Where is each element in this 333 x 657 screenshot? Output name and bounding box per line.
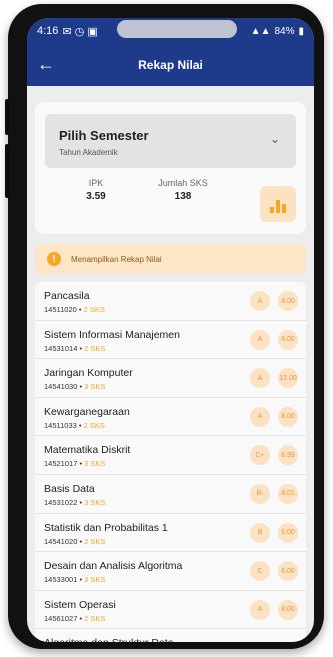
course-meta: 14561027 • 2 SKS bbox=[44, 614, 105, 623]
page-title: Rekap Nilai bbox=[138, 58, 203, 72]
course-meta: 14541030 • 3 SKS bbox=[44, 382, 105, 391]
info-text: Menampilkan Rekap Nilai bbox=[71, 254, 162, 264]
course-row[interactable]: Basis Data 14531022 • 3 SKS B- 8.01 bbox=[35, 475, 306, 514]
course-sks: 3 SKS bbox=[84, 382, 106, 392]
course-row[interactable]: Jaringan Komputer 14541030 • 3 SKS A 12.00 bbox=[35, 359, 306, 398]
score-badge: 8.01 bbox=[278, 483, 298, 504]
course-row[interactable]: Pancasila 14511020 • 2 SKS A 8.00 bbox=[35, 282, 306, 321]
course-code: 14531014 bbox=[44, 343, 78, 353]
app-bar: ← Rekap Nilai bbox=[27, 44, 314, 86]
grade-badge: C bbox=[250, 561, 270, 582]
chart-button[interactable] bbox=[260, 186, 296, 222]
score-badge: 8.00 bbox=[278, 291, 298, 311]
battery-level: 84% bbox=[274, 25, 295, 37]
course-name: Matematika Diskrit bbox=[44, 444, 131, 457]
course-name: Algoritma dan Struktur Data bbox=[44, 637, 174, 642]
course-list: Pancasila 14511020 • 2 SKS A 8.00 Sistem Inf… bbox=[35, 282, 306, 642]
course-code: 14521017 bbox=[44, 459, 78, 469]
course-meta: 14511033 • 2 SKS bbox=[44, 421, 105, 430]
info-banner: ! Menampilkan Rekap Nilai bbox=[35, 244, 306, 274]
score-badge: 8.00 bbox=[278, 599, 298, 620]
battery-icon: ▮ bbox=[298, 25, 304, 37]
course-sks: 2 SKS bbox=[83, 305, 105, 314]
course-sks: 2 SKS bbox=[83, 420, 105, 430]
volume-button bbox=[5, 99, 9, 135]
semester-dropdown[interactable]: Pilih Semester Tahun Akademik ⌄ bbox=[45, 114, 296, 168]
signal-icon: ▲▲ bbox=[250, 25, 271, 37]
chevron-down-icon: ⌄ bbox=[269, 132, 280, 146]
ipk-label: IPK bbox=[88, 178, 104, 188]
course-name: Basis Data bbox=[44, 482, 95, 495]
course-code: 14511020 bbox=[44, 305, 77, 314]
course-name: Sistem Informasi Manajemen bbox=[44, 328, 180, 341]
course-sks: 3 SKS bbox=[84, 575, 106, 585]
course-row[interactable]: Algoritma dan Struktur Data bbox=[35, 629, 306, 642]
info-icon: ! bbox=[47, 252, 61, 266]
course-name: Desain dan Analisis Algoritma bbox=[44, 560, 183, 573]
grade-badge: A bbox=[250, 406, 270, 427]
course-name: Kewarganegaraan bbox=[44, 405, 130, 418]
course-meta: 14541020 • 2 SKS bbox=[44, 537, 105, 546]
course-sks: 2 SKS bbox=[84, 536, 106, 546]
ipk-stat: IPK 3.59 bbox=[71, 178, 121, 202]
course-meta: 14511020 • 2 SKS bbox=[44, 305, 105, 314]
grade-badge: A bbox=[250, 599, 270, 620]
course-code: 14541020 bbox=[44, 536, 78, 546]
notification-icons: ✉ ◷ ▣ bbox=[62, 25, 98, 38]
semester-title: Pilih Semester bbox=[59, 128, 149, 143]
course-sks: 2 SKS bbox=[84, 613, 106, 623]
course-sks: 3 SKS bbox=[84, 497, 106, 507]
grade-badge: B bbox=[250, 522, 270, 543]
course-code: 14531022 bbox=[44, 497, 78, 507]
course-row[interactable]: Statistik dan Probabilitas 1 14541020 • 2… bbox=[35, 514, 306, 553]
course-code: 14511033 bbox=[44, 420, 77, 430]
course-meta: 14531022 • 3 SKS bbox=[44, 498, 105, 507]
sks-label: Jumlah SKS bbox=[158, 178, 208, 188]
course-name: Sistem Operasi bbox=[44, 598, 116, 611]
separator-dot: • bbox=[76, 305, 84, 314]
course-name: Pancasila bbox=[44, 290, 90, 302]
course-meta: 14531014 • 2 SKS bbox=[44, 344, 105, 353]
course-name: Jaringan Komputer bbox=[44, 367, 133, 380]
course-row[interactable]: Kewarganegaraan 14511033 • 2 SKS A 8.00 bbox=[35, 398, 306, 437]
bar-chart-icon bbox=[270, 207, 274, 213]
semester-card: Pilih Semester Tahun Akademik ⌄ IPK 3.59… bbox=[35, 102, 306, 234]
camera-cutout bbox=[117, 20, 237, 38]
separator-dot: • bbox=[76, 420, 84, 430]
score-badge: 8.00 bbox=[278, 406, 298, 427]
course-meta: 14533001 • 3 SKS bbox=[44, 575, 105, 584]
sks-stat: Jumlah SKS 138 bbox=[145, 178, 221, 202]
course-name: Statistik dan Probabilitas 1 bbox=[44, 521, 168, 534]
score-badge: 6.99 bbox=[278, 445, 298, 466]
course-code: 14533001 bbox=[44, 575, 78, 585]
grade-badge: A bbox=[250, 368, 270, 389]
grade-badge: C+ bbox=[250, 445, 270, 466]
grade-badge: A bbox=[250, 329, 270, 350]
power-button bbox=[5, 144, 9, 198]
sks-value: 138 bbox=[174, 191, 192, 202]
grade-badge: B- bbox=[250, 483, 270, 504]
course-sks: 2 SKS bbox=[84, 343, 106, 353]
back-arrow-icon[interactable]: ← bbox=[37, 54, 55, 75]
course-code: 14541030 bbox=[44, 382, 78, 392]
course-row[interactable]: Matematika Diskrit 14521017 • 3 SKS C+ 6.99 bbox=[35, 436, 306, 475]
ipk-value: 3.59 bbox=[86, 191, 106, 202]
course-meta: 14521017 • 3 SKS bbox=[44, 459, 105, 468]
semester-subtitle: Tahun Akademik bbox=[59, 148, 118, 157]
course-row[interactable]: Desain dan Analisis Algoritma 14533001 • … bbox=[35, 552, 306, 591]
score-badge: 6.00 bbox=[278, 522, 298, 543]
course-code: 14561027 bbox=[44, 613, 78, 623]
score-badge: 6.00 bbox=[278, 561, 298, 582]
score-badge: 12.00 bbox=[278, 368, 298, 389]
app-screen: 4:16 ✉ ◷ ▣ ▲▲ 84% ▮ ← Rekap Nilai Pilih … bbox=[27, 18, 314, 642]
score-badge: 8.00 bbox=[278, 329, 298, 350]
status-bar: 4:16 ✉ ◷ ▣ ▲▲ 84% ▮ bbox=[27, 18, 314, 44]
course-sks: 3 SKS bbox=[84, 459, 106, 469]
course-row[interactable]: Sistem Operasi 14561027 • 2 SKS A 8.00 bbox=[35, 591, 306, 630]
grade-badge: A bbox=[250, 291, 270, 311]
course-row[interactable]: Sistem Informasi Manajemen 14531014 • 2 S… bbox=[35, 321, 306, 360]
status-time: 4:16 bbox=[37, 25, 59, 37]
